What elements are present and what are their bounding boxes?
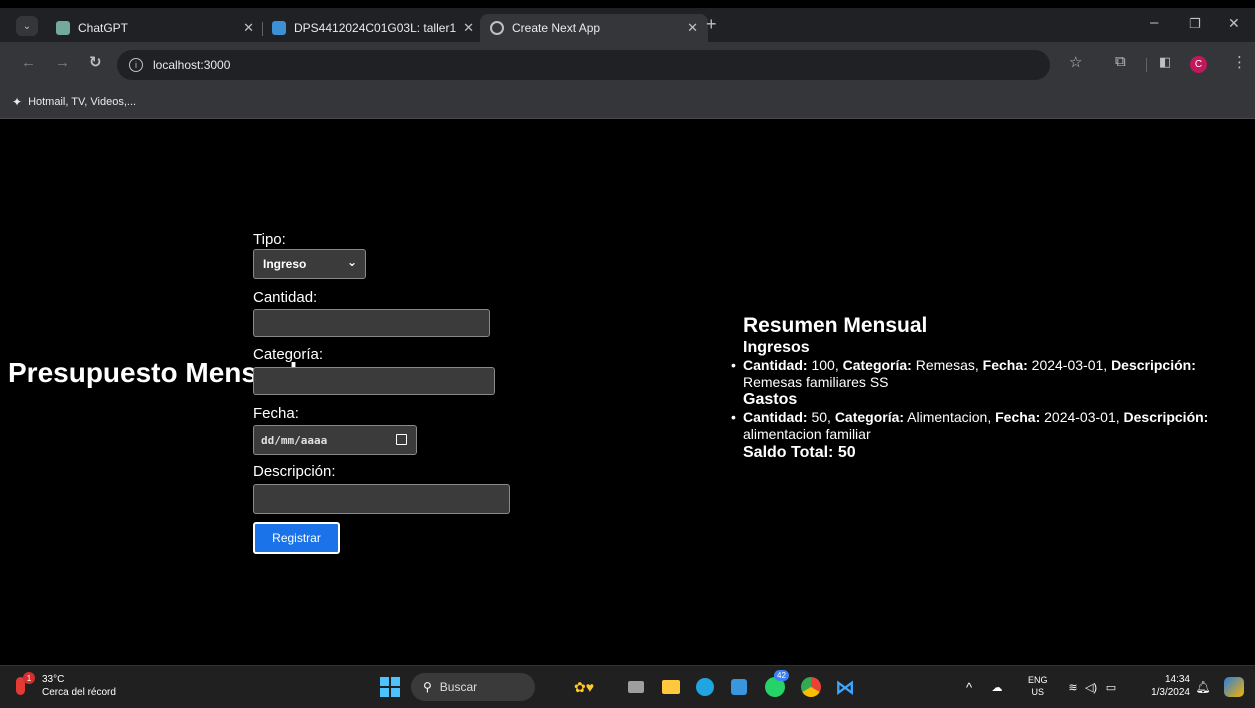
menu-icon[interactable]: ⋮ xyxy=(1232,53,1247,71)
chrome-icon[interactable] xyxy=(798,674,824,700)
close-tab-icon[interactable]: ✕ xyxy=(687,20,698,36)
clock[interactable]: 14:34 1/3/2024 xyxy=(1130,673,1190,699)
profile-avatar[interactable]: C xyxy=(1190,56,1207,73)
windows-taskbar: 1 33°C Cerca del récord ⚲ Buscar ✿♥ 42 ⋈… xyxy=(0,665,1255,708)
tab-chatgpt[interactable]: ChatGPT ✕ xyxy=(48,14,264,42)
tab-separator xyxy=(262,22,263,36)
close-tab-icon[interactable]: ✕ xyxy=(243,20,254,36)
weather-desc: Cerca del récord xyxy=(42,687,116,698)
url-text[interactable]: localhost:3000 xyxy=(153,58,230,72)
chevron-up-icon[interactable]: ^ xyxy=(962,674,976,700)
language: ENG xyxy=(1028,675,1048,685)
weather-badge: 1 xyxy=(23,672,35,684)
windows-start-icon[interactable] xyxy=(380,674,400,700)
cantidad-label: Cantidad: xyxy=(253,289,318,306)
store-icon[interactable] xyxy=(728,674,750,700)
copilot-icon[interactable] xyxy=(1222,674,1246,700)
ingresos-heading: Ingresos xyxy=(743,339,810,356)
language-indicator[interactable]: ENG US xyxy=(1028,674,1048,698)
task-view-icon[interactable] xyxy=(625,674,647,700)
profile-initial: C xyxy=(1194,59,1203,70)
chevron-down-icon: ⌄ xyxy=(346,255,357,269)
descripcion-input[interactable] xyxy=(253,484,510,514)
browser-toolbar: ← → ↻ i localhost:3000 ☆ ⧉ ◧ C ⋮ xyxy=(0,42,1255,88)
close-tab-icon[interactable]: ✕ xyxy=(463,20,474,36)
summary-title: Resumen Mensual xyxy=(743,314,928,337)
taskbar-search[interactable]: ⚲ Buscar xyxy=(411,673,535,701)
battery-icon[interactable]: ▭ xyxy=(1104,674,1118,700)
widgets-icon[interactable]: ✿♥ xyxy=(565,674,603,700)
msn-icon: ✦ xyxy=(12,95,23,109)
fecha-label: Fecha: xyxy=(253,405,299,422)
tray-cloud-icon[interactable]: ☁ xyxy=(988,674,1006,700)
list-item: Cantidad: 100, Categoría: Remesas, Fecha… xyxy=(731,357,1253,391)
categoria-label: Categoría: xyxy=(253,346,324,363)
side-panel-icon[interactable]: ◧ xyxy=(1159,54,1171,70)
chatgpt-icon xyxy=(56,21,70,35)
monthly-summary: Resumen Mensual Ingresos Cantidad: 100, … xyxy=(731,313,1253,463)
search-label: Buscar xyxy=(439,680,478,694)
tab-create-next-app[interactable]: Create Next App ✕ xyxy=(480,14,708,42)
date: 1/3/2024 xyxy=(1151,687,1190,698)
tab-title: Create Next App xyxy=(512,21,601,35)
address-bar[interactable]: i localhost:3000 xyxy=(117,50,1050,80)
tipo-selected: Ingreso xyxy=(263,257,307,271)
back-icon[interactable]: ← xyxy=(21,54,36,71)
edge-icon[interactable] xyxy=(694,674,716,700)
close-window-icon[interactable]: ✕ xyxy=(1228,15,1240,32)
info-icon[interactable]: i xyxy=(129,58,143,72)
search-icon: ⚲ xyxy=(423,680,432,694)
browser-tab-strip: ⌄ ChatGPT ✕ DPS4412024C01G03L: taller1 2… xyxy=(0,8,1255,42)
descripcion-label: Descripción: xyxy=(253,463,336,480)
extensions-icon[interactable]: ⧉ xyxy=(1115,53,1126,70)
weather-widget[interactable]: 1 33°C Cerca del récord xyxy=(12,671,152,703)
saldo-total: Saldo Total: 50 xyxy=(743,444,856,461)
bookmark-star-icon[interactable]: ☆ xyxy=(1069,53,1082,71)
vscode-icon[interactable]: ⋈ xyxy=(832,674,858,700)
bookmark-hotmail[interactable]: ✦ Hotmail, TV, Videos,... xyxy=(12,95,136,109)
tab-title: ChatGPT xyxy=(78,21,129,35)
calendar-icon[interactable] xyxy=(396,434,407,445)
ingresos-list: Cantidad: 100, Categoría: Remesas, Fecha… xyxy=(731,357,1253,391)
categoria-input[interactable] xyxy=(253,367,495,395)
file-explorer-icon[interactable] xyxy=(660,674,682,700)
moodle-icon xyxy=(272,21,286,35)
forward-icon[interactable]: → xyxy=(55,54,70,71)
tab-title: DPS4412024C01G03L: taller1 2( xyxy=(294,21,456,35)
register-button[interactable]: Registrar xyxy=(253,522,340,554)
weather-temp: 33°C xyxy=(42,674,65,685)
tipo-label: Tipo: xyxy=(253,231,286,248)
list-item: Cantidad: 50, Categoría: Alimentacion, F… xyxy=(731,409,1253,443)
restore-icon[interactable]: ❐ xyxy=(1189,16,1201,32)
wifi-icon[interactable]: ≋ xyxy=(1066,674,1080,700)
toolbar-separator xyxy=(1146,58,1147,72)
tab-search-icon[interactable]: ⌄ xyxy=(16,16,38,36)
time: 14:34 xyxy=(1164,674,1190,685)
gastos-heading: Gastos xyxy=(743,391,798,408)
fecha-placeholder: dd/mm/aaaa xyxy=(261,433,328,447)
fecha-input[interactable]: dd/mm/aaaa xyxy=(253,425,417,455)
gastos-list: Cantidad: 50, Categoría: Alimentacion, F… xyxy=(731,409,1253,443)
whatsapp-icon[interactable]: 42 xyxy=(762,670,789,700)
volume-icon[interactable]: ◁) xyxy=(1084,674,1098,700)
tipo-select[interactable]: Ingreso ⌄ xyxy=(253,249,366,279)
new-tab-button[interactable]: + xyxy=(706,14,717,35)
globe-icon xyxy=(490,21,504,35)
bookmarks-bar: ✦ Hotmail, TV, Videos,... xyxy=(0,88,1255,119)
minimize-icon[interactable]: – xyxy=(1150,14,1158,31)
whatsapp-badge: 42 xyxy=(774,670,789,681)
reload-icon[interactable]: ↻ xyxy=(89,53,102,71)
bookmark-label: Hotmail, TV, Videos,... xyxy=(28,96,137,108)
region: US xyxy=(1031,687,1045,697)
cantidad-input[interactable] xyxy=(253,309,490,337)
tab-dps[interactable]: DPS4412024C01G03L: taller1 2( ✕ xyxy=(264,14,484,42)
notification-bell-icon[interactable]: 🔔︎ xyxy=(1195,674,1210,700)
